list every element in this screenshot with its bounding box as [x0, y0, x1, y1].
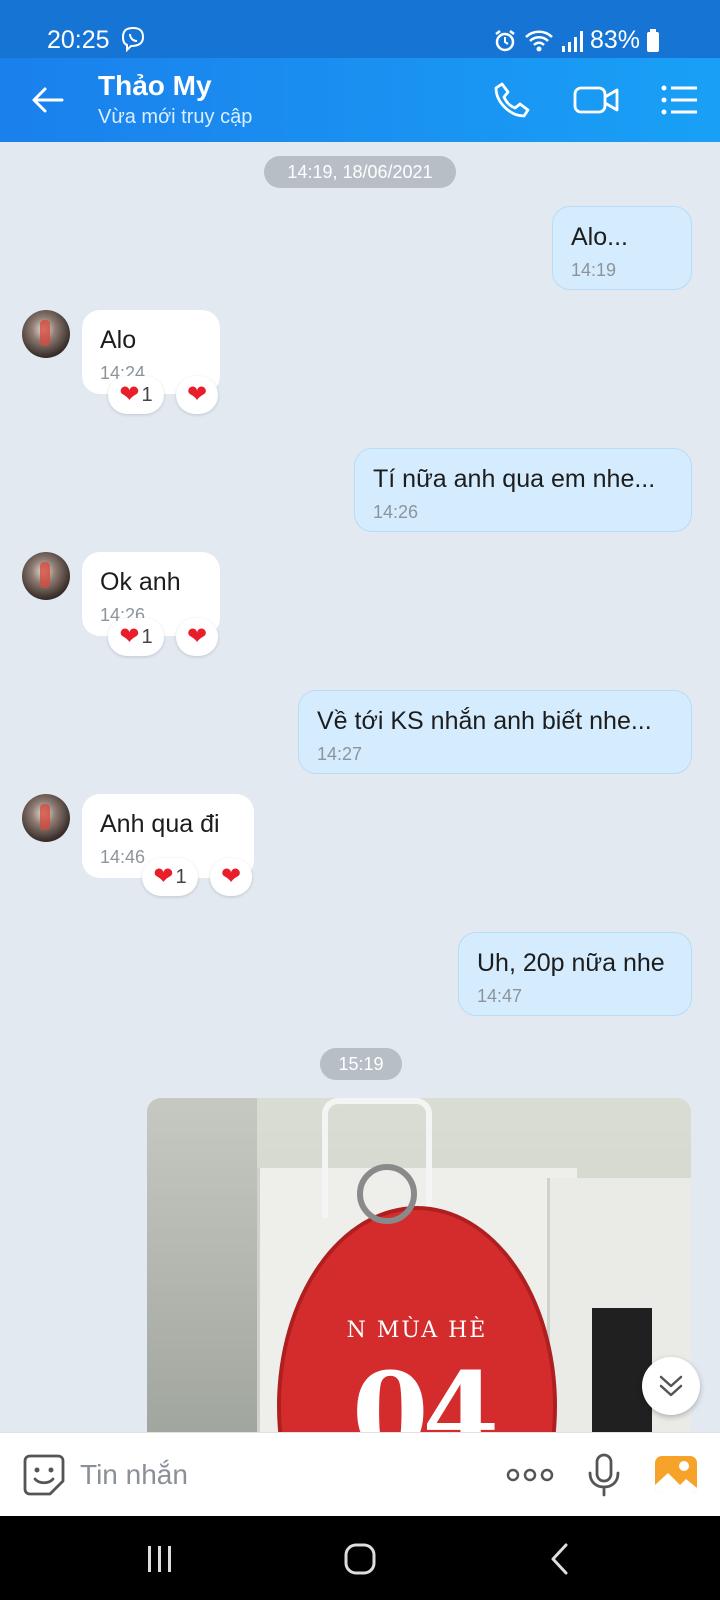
add-reaction-button[interactable]: ❤ — [210, 858, 252, 896]
system-nav-bar — [0, 1516, 720, 1600]
photo-key-ring — [357, 1164, 417, 1224]
more-dots-icon[interactable] — [505, 1463, 555, 1487]
status-right: 83% — [492, 26, 660, 55]
message-text: Alo... — [571, 223, 628, 251]
chat-area[interactable]: 14:19, 18/06/2021 Alo... 14:19 Alo 14:24… — [0, 142, 720, 1432]
photo-socket — [592, 1308, 652, 1432]
reaction-count: 1 — [141, 625, 153, 648]
wifi-icon — [525, 30, 553, 51]
message-bubble-outgoing[interactable]: Uh, 20p nữa nhe 14:47 — [458, 932, 692, 1016]
reaction-count: 1 — [175, 865, 187, 888]
video-camera-icon[interactable] — [573, 80, 619, 120]
status-time: 20:25 — [47, 26, 110, 54]
photo-tag-text: N MÙA HÈ — [346, 1318, 488, 1343]
chat-header: Thảo My Vừa mới truy cập — [0, 58, 720, 142]
message-text: Anh qua đi — [100, 810, 220, 838]
home-icon[interactable] — [340, 1542, 380, 1576]
sticker-smile-icon[interactable] — [22, 1453, 66, 1497]
recent-apps-icon[interactable] — [140, 1542, 180, 1576]
back-nav-icon[interactable] — [540, 1542, 580, 1576]
contact-status: Vừa mới truy cập — [98, 106, 253, 128]
contact-name[interactable]: Thảo My — [98, 70, 212, 102]
message-bubble-outgoing[interactable]: Alo... 14:19 — [552, 206, 692, 290]
message-input[interactable]: Tin nhắn — [80, 1453, 460, 1497]
heart-icon: ❤ — [186, 381, 208, 408]
status-bar: 20:25 83% — [0, 0, 720, 58]
reaction-count-badge[interactable]: ❤ 1 — [142, 858, 198, 896]
date-separator: 15:19 — [320, 1048, 402, 1080]
message-time: 14:19 — [571, 260, 617, 280]
heart-icon: ❤ — [153, 863, 174, 890]
message-text: Alo — [100, 326, 137, 354]
image-gallery-icon[interactable] — [654, 1455, 698, 1495]
photo-tag-number: 04 — [352, 1348, 499, 1432]
message-input-bar: Tin nhắn — [0, 1432, 720, 1516]
battery-icon — [647, 28, 659, 52]
photo-wall — [147, 1098, 257, 1432]
heart-icon: ❤ — [119, 381, 140, 408]
heart-icon: ❤ — [220, 863, 242, 890]
reaction-count-badge[interactable]: ❤ 1 — [108, 618, 164, 656]
message-bubble-outgoing[interactable]: Về tới KS nhắn anh biết nhe... 14:27 — [298, 690, 692, 774]
phone-icon[interactable] — [492, 80, 532, 120]
avatar[interactable] — [22, 794, 70, 842]
avatar[interactable] — [22, 310, 70, 358]
signal-icon — [561, 30, 583, 52]
double-chevron-down-icon — [659, 1375, 683, 1397]
add-reaction-button[interactable]: ❤ — [176, 618, 218, 656]
reaction-count: 1 — [141, 383, 153, 406]
message-text: Về tới KS nhắn anh biết nhe... — [317, 707, 652, 735]
microphone-icon[interactable] — [586, 1453, 622, 1497]
photo-message[interactable]: N MÙA HÈ 04 — [147, 1098, 691, 1432]
heart-icon: ❤ — [119, 623, 140, 650]
arrow-left-icon[interactable] — [30, 82, 66, 118]
reaction-count-badge[interactable]: ❤ 1 — [108, 376, 164, 414]
alarm-icon — [495, 29, 515, 51]
message-text: Uh, 20p nữa nhe — [477, 949, 665, 977]
message-time: 14:27 — [317, 744, 363, 764]
scroll-to-bottom-button[interactable] — [642, 1357, 700, 1415]
message-time: 14:26 — [373, 502, 419, 522]
heart-icon: ❤ — [186, 623, 208, 650]
viber-notification-icon — [121, 26, 145, 52]
add-reaction-button[interactable]: ❤ — [176, 376, 218, 414]
avatar[interactable] — [22, 552, 70, 600]
list-menu-icon[interactable] — [660, 80, 700, 120]
date-separator: 14:19, 18/06/2021 — [264, 156, 456, 188]
message-bubble-outgoing[interactable]: Tí nữa anh qua em nhe... 14:26 — [354, 448, 692, 532]
message-text: Ok anh — [100, 568, 181, 596]
message-text: Tí nữa anh qua em nhe... — [373, 465, 656, 493]
message-time: 14:47 — [477, 986, 523, 1006]
battery-percent: 83% — [589, 26, 640, 54]
